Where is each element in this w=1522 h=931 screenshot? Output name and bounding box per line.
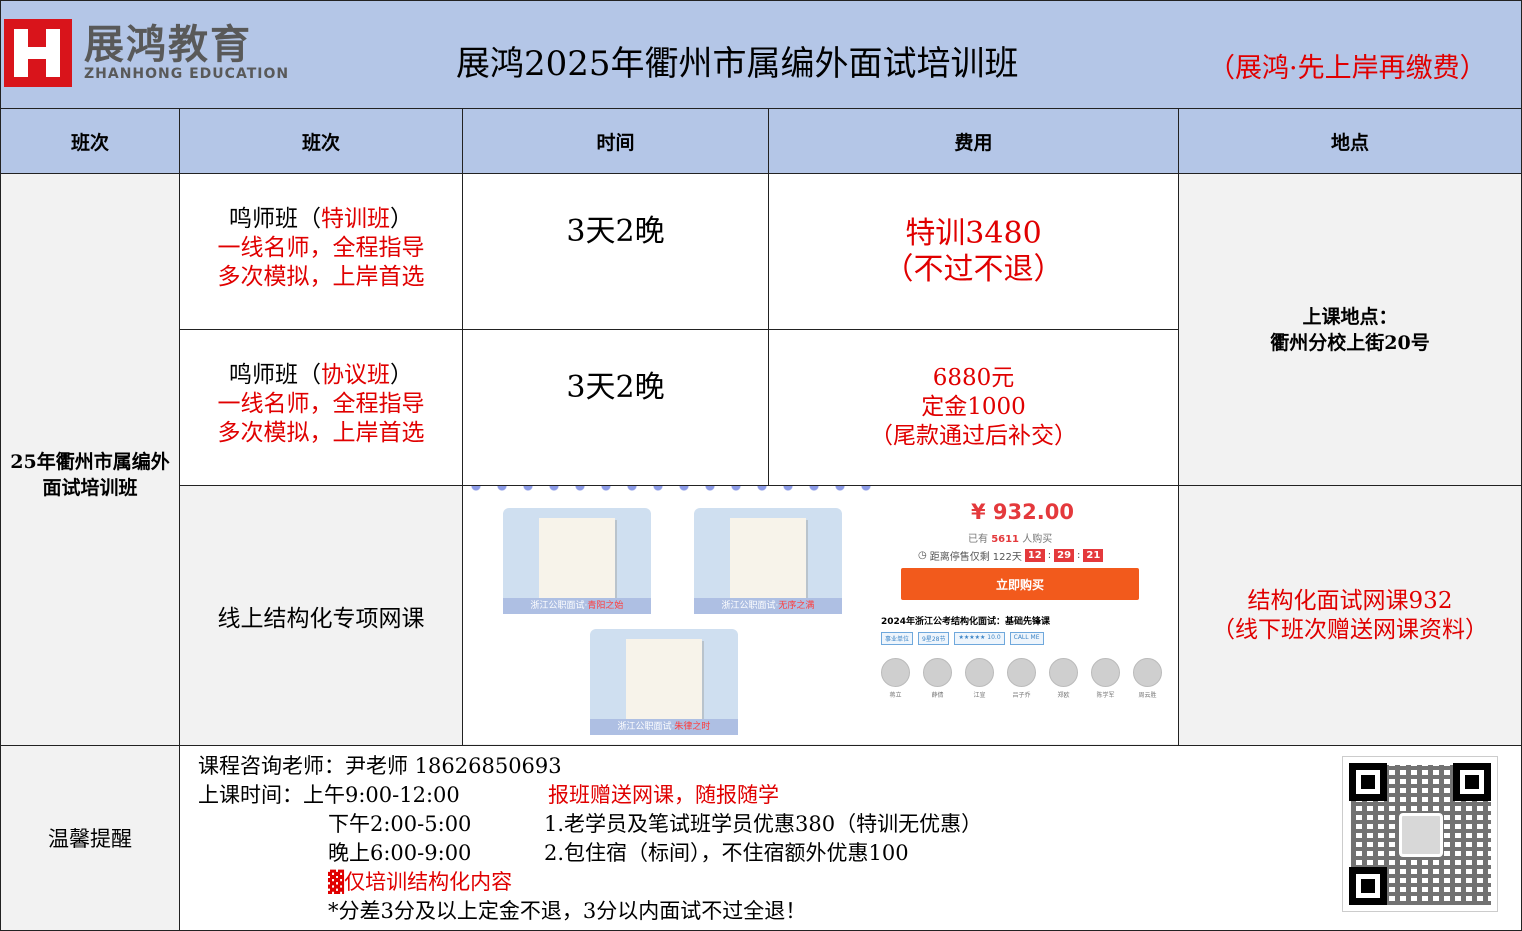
avatar: [965, 658, 994, 687]
row2-time-cell: 3天2晚: [462, 329, 769, 486]
avatar: [1049, 658, 1078, 687]
benefit-1: 1.老学员及笔试班学员优惠380（特训无优惠）: [544, 812, 983, 836]
course-tag: 9星28节: [918, 632, 950, 645]
course-promo-screenshot: 浙江公职面试·青阳之始 浙江公职面试·无序之满 浙江公职面试·朱律之时 ¥ 93…: [463, 486, 1178, 744]
online-course-cell: 线上结构化专项网课: [179, 485, 463, 746]
refund-policy: *分差3分及以上定金不退，3分以内面试不过全退！: [328, 899, 807, 923]
row2-fee-note: （尾款通过后补交）: [870, 423, 1077, 449]
brand-logo: 展鸿教育 ZHANHONG EDUCATION: [4, 18, 294, 88]
course-tags: 事业单位 9星28节 ★★★★★ 10.0 CALL ME: [881, 632, 1044, 645]
qr-avatar: [1399, 813, 1443, 857]
col-header-time: 时间: [462, 108, 769, 174]
logo-mark-icon: [4, 19, 72, 87]
row2-feature-2: 多次模拟，上岸首选: [217, 420, 425, 446]
row1-class-name: 鸣师班（特训班）: [229, 206, 413, 232]
row1-fee-cell: 特训3480 （不过不退）: [768, 173, 1179, 330]
course-group-text: 25年衢州市属编外面试培训班: [10, 450, 170, 499]
location-address: 衢州分校上街20号: [1270, 331, 1430, 354]
book-card[interactable]: 浙江公职面试·朱律之时: [590, 629, 738, 735]
row2-deposit: 定金1000: [921, 394, 1026, 420]
benefit-2: 2.包住宿（标间），不住宿额外优惠100: [544, 841, 909, 865]
course-group-label: 25年衢州市属编外面试培训班: [0, 173, 180, 746]
teacher-avatar[interactable]: 周云胜: [1133, 658, 1162, 699]
teacher-avatar[interactable]: 陈学军: [1091, 658, 1120, 699]
col-header-fee: 费用: [768, 108, 1179, 174]
online-price-cell: 结构化面试网课932 （线下班次赠送网课资料）: [1178, 485, 1522, 746]
consult-teacher: 课程咨询老师：尹老师 18626850693: [198, 754, 562, 778]
book-card[interactable]: 浙江公职面试·青阳之始: [503, 508, 651, 614]
teacher-avatar[interactable]: 郑欧: [1049, 658, 1078, 699]
reminder-label-cell: 温馨提醒: [0, 745, 180, 931]
course-tag: ★★★★★ 10.0: [954, 632, 1005, 645]
reminder-label: 温馨提醒: [48, 827, 132, 851]
countdown-seconds: 21: [1083, 549, 1104, 562]
countdown-hours: 12: [1024, 549, 1045, 562]
book-cover-image: [539, 518, 615, 598]
row1-feature-1: 一线名师，全程指导: [217, 235, 425, 261]
book-caption: 浙江公职面试·青阳之始: [503, 598, 651, 614]
course-tag: CALL ME: [1009, 632, 1044, 645]
teacher-list: 蒋立 薛倩 江宣 吕子乔 郑欧 陈学军 周云胜: [881, 658, 1162, 699]
row1-fee-note: （不过不退）: [883, 252, 1064, 287]
qr-code[interactable]: [1342, 756, 1498, 912]
teacher-avatar[interactable]: 蒋立: [881, 658, 910, 699]
row2-fee-cell: 6880元 定金1000 （尾款通过后补交）: [768, 329, 1179, 486]
page-title: 展鸿2025年衢州市属编外面试培训班: [456, 44, 1019, 84]
row1-fee: 特训3480: [905, 216, 1042, 251]
row1-class-cell: 鸣师班（特训班） 一线名师，全程指导 多次模拟，上岸首选: [179, 173, 463, 330]
teacher-avatar[interactable]: 吕子乔: [1007, 658, 1036, 699]
online-price: 结构化面试网课932: [1247, 587, 1453, 614]
slogan: （展鸿·先上岸再缴费）: [1208, 53, 1487, 84]
avatar: [881, 658, 910, 687]
class-time-evening: 晚上6:00-9:00: [328, 841, 472, 865]
avatar: [923, 658, 952, 687]
book-cover-image: [626, 639, 702, 719]
row2-fee: 6880元: [932, 365, 1015, 391]
class-time-am: 上课时间：上午9:00-12:00: [198, 783, 460, 807]
avatar: [1091, 658, 1120, 687]
avatar: [1133, 658, 1162, 687]
col-header-class: 班次: [0, 108, 180, 174]
logo-en: ZHANHONG EDUCATION: [84, 66, 290, 82]
row1-feature-2: 多次模拟，上岸首选: [217, 264, 425, 290]
row2-class-name: 鸣师班（协议班）: [229, 362, 413, 388]
promo-price: ¥ 932.00: [971, 500, 1074, 524]
location-label: 上课地点：: [1302, 305, 1398, 328]
countdown: ◷ 距离停售仅剩 122天 12: 29: 21: [918, 548, 1104, 563]
row2-feature-1: 一线名师，全程指导: [217, 391, 425, 417]
row2-time: 3天2晚: [566, 370, 665, 405]
carousel-dots: [463, 486, 883, 492]
teacher-avatar[interactable]: 江宣: [965, 658, 994, 699]
book-card[interactable]: 浙江公职面试·无序之满: [694, 508, 842, 614]
row1-time: 3天2晚: [566, 214, 665, 249]
logo-cn: 展鸿教育: [84, 22, 252, 68]
promo-title: 报班赠送网课，随报随学: [548, 783, 779, 807]
row2-class-cell: 鸣师班（协议班） 一线名师，全程指导 多次模拟，上岸首选: [179, 329, 463, 486]
online-price-note: （线下班次赠送网课资料）: [1212, 616, 1488, 643]
sold-count: 已有 5611 人购买: [968, 534, 1053, 545]
col-header-class-2: 班次: [179, 108, 463, 174]
countdown-minutes: 29: [1054, 549, 1075, 562]
course-title: 2024年浙江公考结构化面试：基础先锋课: [881, 617, 1051, 627]
online-course-name: 线上结构化专项网课: [217, 605, 425, 632]
row1-time-cell: 3天2晚: [462, 173, 769, 330]
location-cell: 上课地点： 衢州分校上街20号: [1178, 173, 1522, 486]
class-time-pm: 下午2:00-5:00: [328, 812, 472, 836]
avatar: [1007, 658, 1036, 687]
clock-icon: ◷: [918, 550, 927, 561]
buy-now-button[interactable]: 立即购买: [901, 568, 1139, 600]
course-tag: 事业单位: [881, 632, 914, 645]
only-structured-note: ▓仅培训结构化内容: [328, 870, 513, 894]
book-cover-image: [730, 518, 806, 598]
teacher-avatar[interactable]: 薛倩: [923, 658, 952, 699]
col-header-location: 地点: [1178, 108, 1522, 174]
schedule-sheet: 展鸿教育 ZHANHONG EDUCATION 展鸿2025年衢州市属编外面试培…: [0, 0, 1522, 931]
book-caption: 浙江公职面试·朱律之时: [590, 719, 738, 735]
book-caption: 浙江公职面试·无序之满: [694, 598, 842, 614]
countdown-days: 122天: [992, 552, 1022, 563]
